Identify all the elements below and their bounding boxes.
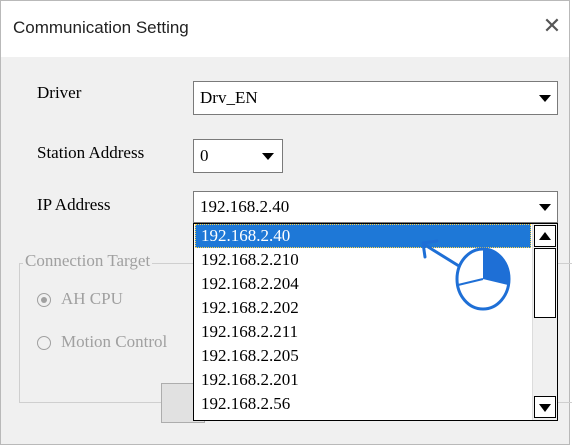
driver-label: Driver <box>37 83 82 102</box>
driver-value: Drv_EN <box>200 88 258 107</box>
ip-address-value: 192.168.2.40 <box>200 197 290 216</box>
scroll-thumb[interactable] <box>534 248 556 318</box>
triangle-up-icon <box>539 232 551 240</box>
chevron-down-icon <box>539 95 551 102</box>
dialog-title: Communication Setting <box>13 18 189 37</box>
ip-option[interactable]: 192.168.2.56 <box>195 392 531 416</box>
station-address-value: 0 <box>200 146 209 165</box>
click-pointer-icon <box>455 247 511 311</box>
communication-setting-dialog: Communication Setting ✕ Driver Drv_EN St… <box>0 0 572 445</box>
scroll-up-button[interactable] <box>534 225 556 247</box>
ip-address-select[interactable]: 192.168.2.40 <box>193 191 558 223</box>
motion-control-radio[interactable] <box>37 336 51 350</box>
ah-cpu-radio[interactable] <box>37 293 51 307</box>
chevron-down-icon <box>539 204 551 211</box>
ip-option[interactable]: 192.168.2.201 <box>195 368 531 392</box>
chevron-down-icon <box>262 153 274 160</box>
station-address-select[interactable]: 0 <box>193 139 283 173</box>
driver-select[interactable]: Drv_EN <box>193 81 558 115</box>
close-icon[interactable]: ✕ <box>541 14 563 38</box>
ip-address-label: IP Address <box>37 195 111 214</box>
triangle-down-icon <box>539 404 551 412</box>
scroll-down-button[interactable] <box>534 396 556 418</box>
connection-target-label: Connection Target <box>23 251 153 271</box>
dropdown-scrollbar[interactable] <box>532 224 557 420</box>
ah-cpu-label: AH CPU <box>61 289 123 308</box>
ip-option[interactable]: 192.168.2.205 <box>195 344 531 368</box>
ip-option[interactable]: 192.168.2.211 <box>195 320 531 344</box>
click-annotation <box>421 239 511 311</box>
title-bar: Communication Setting ✕ <box>1 1 569 57</box>
motion-control-label: Motion Control <box>61 332 168 351</box>
station-address-label: Station Address <box>37 143 145 162</box>
